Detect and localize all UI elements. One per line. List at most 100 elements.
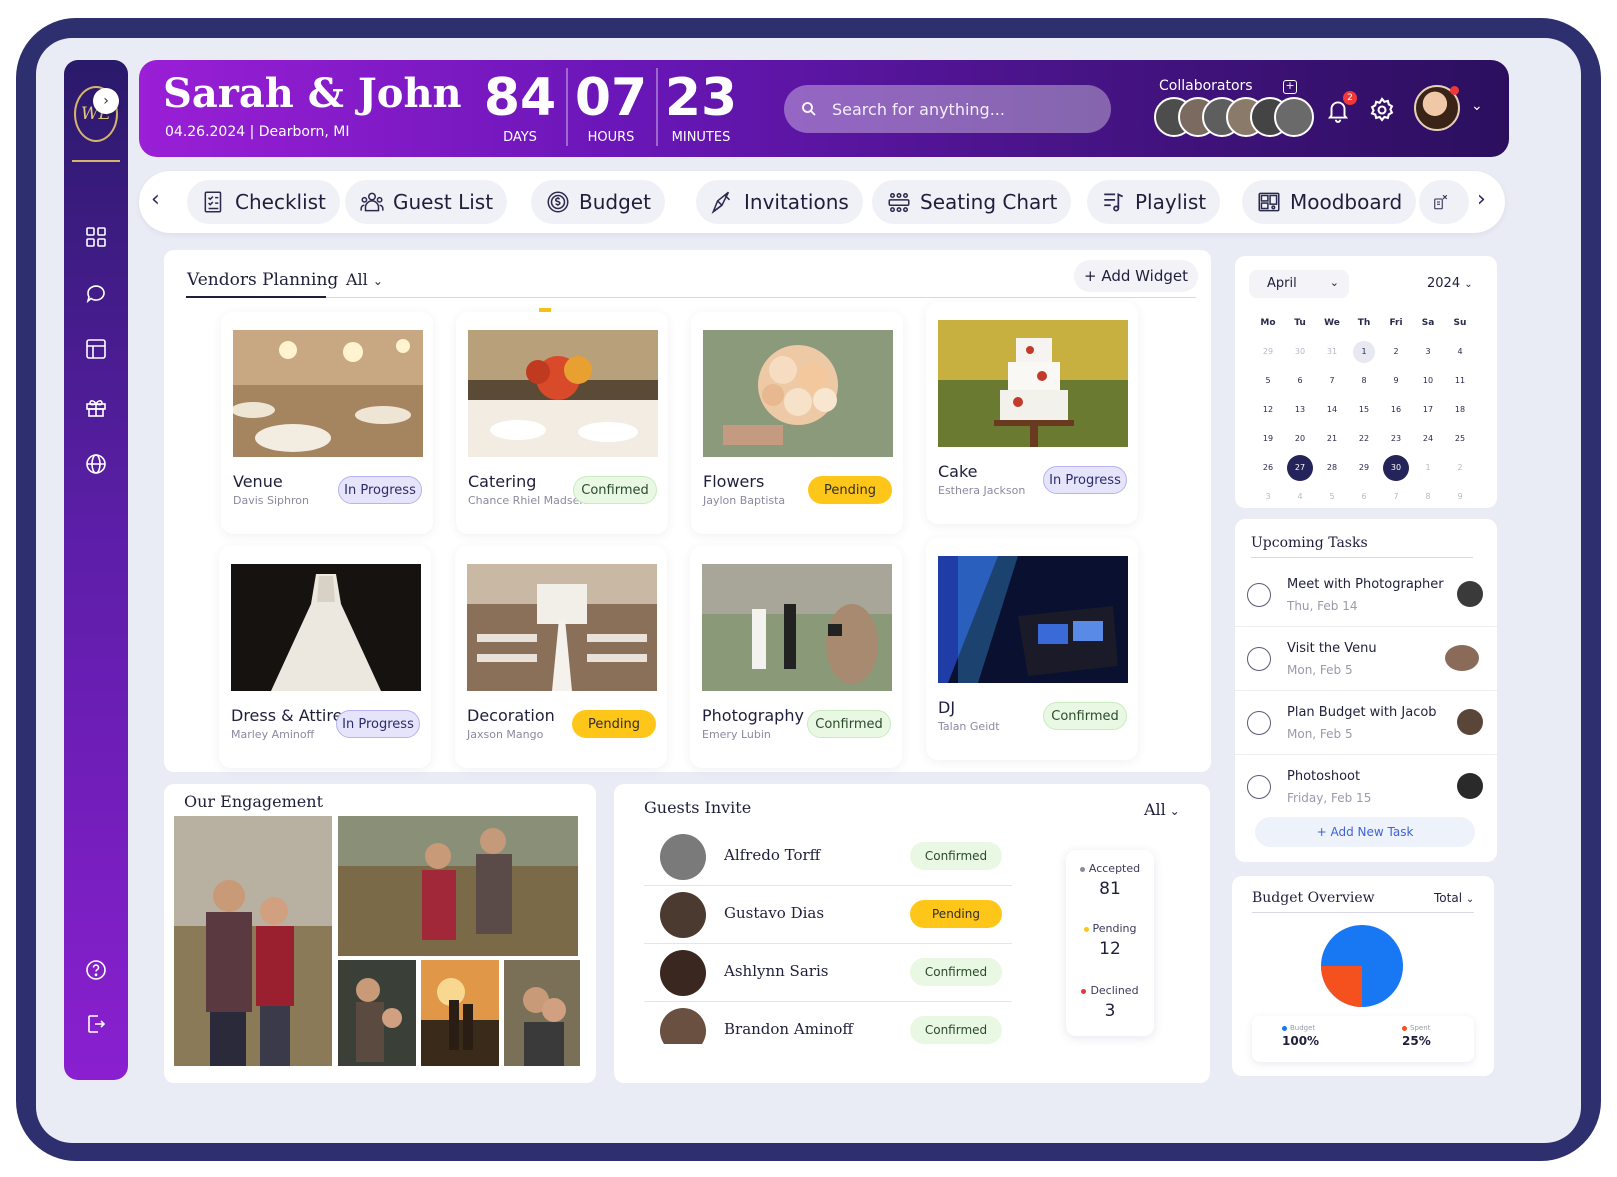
calendar-day[interactable]: 5 (1252, 370, 1284, 392)
task-checkbox[interactable] (1247, 775, 1271, 799)
calendar-day[interactable]: 17 (1412, 399, 1444, 421)
tab-playlist[interactable]: Playlist (1087, 180, 1221, 224)
vendor-card-dress[interactable]: Dress & Attire Marley Aminoff In Progres… (219, 546, 431, 768)
calendar-day[interactable]: 13 (1284, 399, 1316, 421)
calendar-day[interactable]: 2 (1380, 341, 1412, 363)
guest-row[interactable]: Ashlynn Saris Confirmed (644, 944, 1012, 1002)
calendar-day[interactable]: 10 (1412, 370, 1444, 392)
month-select[interactable]: April ⌄ (1249, 270, 1349, 298)
chevron-left-icon[interactable]: ‹ (151, 187, 160, 212)
year-select[interactable]: 2024 ⌄ (1427, 276, 1473, 291)
vendor-card-decoration[interactable]: Decoration Jaxson Mango Pending (455, 546, 667, 768)
calendar-day[interactable]: 16 (1380, 399, 1412, 421)
tab-guest-list[interactable]: Guest List (345, 180, 508, 224)
avatar[interactable] (1274, 97, 1314, 137)
vendor-card-dj[interactable]: DJ Talan Geidt Confirmed (926, 538, 1138, 760)
calendar-day[interactable]: 26 (1252, 457, 1284, 479)
guest-filter-dropdown[interactable]: All ⌄ (1144, 800, 1180, 819)
calendar-day[interactable]: 30 (1284, 341, 1316, 363)
calendar-day[interactable]: 15 (1348, 399, 1380, 421)
calendar-day[interactable]: 21 (1316, 428, 1348, 450)
calendar-day[interactable]: 7 (1316, 370, 1348, 392)
guest-row[interactable]: Brandon Aminoff Confirmed (644, 1002, 1012, 1044)
calendar-day[interactable]: 23 (1380, 428, 1412, 450)
calendar-day[interactable]: 2 (1444, 457, 1476, 479)
calendar-day[interactable]: 4 (1284, 486, 1316, 508)
search-input[interactable]: Search for anything... (784, 85, 1111, 133)
calendar-day[interactable]: 31 (1316, 341, 1348, 363)
calendar-day[interactable]: 29 (1348, 457, 1380, 479)
guest-row[interactable]: Alfredo Torff Confirmed (644, 828, 1012, 886)
engagement-photo[interactable] (338, 816, 578, 956)
engagement-photo[interactable] (504, 960, 580, 1066)
task-item[interactable]: Photoshoot Friday, Feb 15 (1235, 755, 1497, 819)
task-item[interactable]: Plan Budget with Jacob Mon, Feb 5 (1235, 691, 1497, 755)
vendor-card-flowers[interactable]: Flowers Jaylon Baptista Pending (691, 312, 903, 534)
chat-icon[interactable] (84, 281, 108, 305)
budget-filter-dropdown[interactable]: Total ⌄ (1434, 891, 1474, 905)
vendor-card-photography[interactable]: Photography Emery Lubin Confirmed (690, 546, 902, 768)
calendar-day[interactable]: 3 (1252, 486, 1284, 508)
calendar-day[interactable]: 6 (1284, 370, 1316, 392)
engagement-photo[interactable] (421, 960, 499, 1066)
task-item[interactable]: Meet with Photographer Thu, Feb 14 (1235, 563, 1497, 627)
calendar-day[interactable]: 14 (1316, 399, 1348, 421)
vendor-card-cake[interactable]: Cake Esthera Jackson In Progress (926, 302, 1138, 524)
guest-row[interactable]: Gustavo Dias Pending (644, 886, 1012, 944)
task-checkbox[interactable] (1247, 711, 1271, 735)
chevron-down-icon[interactable]: ⌄ (1471, 98, 1483, 114)
notification-count-badge: 2 (1343, 91, 1357, 105)
task-checkbox[interactable] (1247, 583, 1271, 607)
engagement-photo[interactable] (174, 816, 332, 1066)
tab-invitations[interactable]: Invitations (696, 180, 863, 224)
calendar-day[interactable]: 9 (1444, 486, 1476, 508)
tab-checklist[interactable]: Checklist (187, 180, 340, 224)
add-widget-button[interactable]: + Add Widget (1074, 260, 1198, 292)
logout-icon[interactable] (84, 1012, 108, 1036)
calendar-day[interactable]: 5 (1316, 486, 1348, 508)
layout-icon[interactable] (84, 337, 108, 361)
calendar-day[interactable]: 3 (1412, 341, 1444, 363)
add-new-task-button[interactable]: + Add New Task (1255, 817, 1475, 847)
tab-seating-chart[interactable]: Seating Chart (872, 180, 1072, 224)
vendor-card-catering[interactable]: Catering Chance Rhiel Madsen Confirmed (456, 312, 668, 534)
calendar-day[interactable]: 6 (1348, 486, 1380, 508)
help-icon[interactable] (84, 958, 108, 982)
add-collaborator-icon[interactable]: + (1283, 80, 1297, 94)
calendar-day[interactable]: 8 (1348, 370, 1380, 392)
vendor-filter-dropdown[interactable]: All ⌄ (346, 270, 383, 289)
calendar-day[interactable]: 28 (1316, 457, 1348, 479)
gift-icon[interactable] (84, 395, 108, 419)
vendor-card-venue[interactable]: Venue Davis Siphron In Progress (221, 312, 433, 534)
dashboard-icon[interactable] (84, 225, 108, 249)
calendar-day[interactable]: 7 (1380, 486, 1412, 508)
tab-budget[interactable]: Budget (531, 180, 665, 224)
calendar-day[interactable]: 11 (1444, 370, 1476, 392)
sidebar-expand-button[interactable]: › (93, 88, 119, 114)
globe-icon[interactable] (84, 452, 108, 476)
task-checkbox[interactable] (1247, 647, 1271, 671)
calendar-day[interactable]: 22 (1348, 428, 1380, 450)
calendar-day[interactable]: 12 (1252, 399, 1284, 421)
calendar-day[interactable]: 25 (1444, 428, 1476, 450)
calendar-day[interactable]: 1 (1348, 340, 1380, 363)
calendar-day[interactable]: 9 (1380, 370, 1412, 392)
calendar-day[interactable]: 19 (1252, 428, 1284, 450)
chevron-right-icon[interactable]: › (1477, 187, 1486, 212)
engagement-photo[interactable] (338, 960, 416, 1066)
budget-overview-panel: Budget Overview Total ⌄ Budget 100% Spen… (1232, 876, 1494, 1076)
cake-photo (938, 320, 1128, 447)
calendar-day[interactable]: 18 (1444, 399, 1476, 421)
calendar-day[interactable]: 4 (1444, 341, 1476, 363)
calendar-day[interactable]: 30 (1380, 454, 1412, 481)
calendar-day[interactable]: 27 (1284, 454, 1316, 481)
task-item[interactable]: Visit the Venu Mon, Feb 5 (1235, 627, 1497, 691)
calendar-day[interactable]: 1 (1412, 457, 1444, 479)
calendar-day[interactable]: 20 (1284, 428, 1316, 450)
calendar-day[interactable]: 24 (1412, 428, 1444, 450)
gear-icon[interactable] (1368, 96, 1396, 124)
calendar-day[interactable]: 8 (1412, 486, 1444, 508)
calendar-day[interactable]: 29 (1252, 341, 1284, 363)
tab-moodboard[interactable]: Moodboard (1242, 180, 1417, 224)
tab-more[interactable] (1419, 180, 1469, 224)
